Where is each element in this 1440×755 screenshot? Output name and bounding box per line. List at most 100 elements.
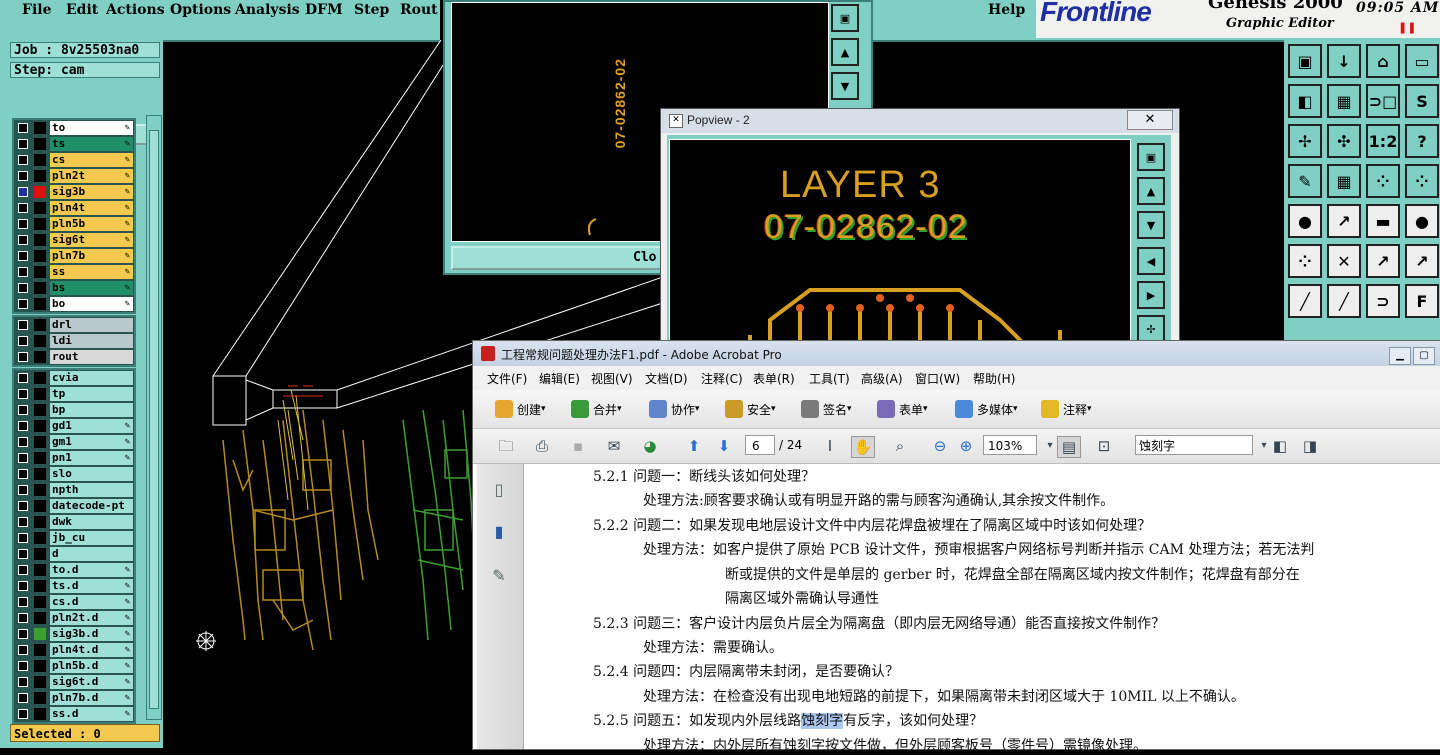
layer-checkbox[interactable] — [18, 469, 28, 479]
layer-name[interactable]: pln7b.d ✎ — [50, 691, 133, 705]
layer-color-swatch[interactable] — [34, 628, 46, 640]
layer-row[interactable]: datecode-pt — [14, 498, 134, 514]
layer-checkbox[interactable] — [18, 352, 28, 362]
layer-row[interactable]: to ✎ — [14, 120, 134, 136]
layer-checkbox[interactable] — [18, 421, 28, 431]
layer-row[interactable]: slo — [14, 466, 134, 482]
layer-checkbox[interactable] — [18, 187, 28, 197]
find-prev-icon[interactable]: ◧ — [1269, 436, 1291, 456]
layer-name[interactable]: pln4t ✎ — [50, 201, 133, 215]
select-tool-icon[interactable]: I — [819, 436, 841, 456]
layer-color-swatch[interactable] — [34, 282, 46, 294]
layer-color-swatch[interactable] — [34, 234, 46, 246]
layer-row[interactable]: gd1 ✎ — [14, 418, 134, 434]
popview-2-canvas[interactable]: LAYER 3 07-02862-02 — [669, 139, 1131, 351]
layer-name[interactable]: sig3b ✎ — [50, 185, 133, 199]
marquee-zoom-icon[interactable]: ⌕ — [889, 436, 911, 456]
layer-row[interactable]: drl — [14, 317, 134, 333]
layer-color-swatch[interactable] — [34, 436, 46, 448]
acrobat-titlebar[interactable]: 工程常规问题处理办法F1.pdf - Adobe Acrobat Pro ▁ ▢ — [473, 341, 1440, 366]
acrobat-menu-item[interactable]: 注释(C) — [701, 370, 743, 387]
layer-color-swatch[interactable] — [34, 692, 46, 704]
layer-name[interactable]: drl — [50, 318, 133, 332]
layer-name[interactable]: pln5b.d ✎ — [50, 659, 133, 673]
layer-name[interactable]: pln2t ✎ — [50, 169, 133, 183]
layer-row[interactable]: ts ✎ — [14, 136, 134, 152]
layer-row[interactable]: pln4t.d ✎ — [14, 642, 134, 658]
pause-icon[interactable]: ❚❚ — [1398, 21, 1416, 34]
popview-2-close-icon[interactable]: ✕ — [1127, 110, 1173, 130]
layer-name[interactable]: datecode-pt — [50, 499, 133, 513]
layer-row[interactable]: pn1 ✎ — [14, 450, 134, 466]
pv1-down-icon[interactable]: ▼ — [831, 72, 859, 100]
layer-checkbox[interactable] — [18, 453, 28, 463]
layer-color-swatch[interactable] — [34, 202, 46, 214]
layer-color-swatch[interactable] — [34, 468, 46, 480]
menu-help[interactable]: Help — [988, 2, 1025, 18]
tool-button-icon[interactable]: ✕ — [1327, 244, 1361, 278]
layer-color-swatch[interactable] — [34, 372, 46, 384]
layer-color-swatch[interactable] — [34, 218, 46, 230]
pv1-zoom-icon[interactable]: ▣ — [831, 4, 859, 32]
tool-button-icon[interactable]: F — [1405, 284, 1439, 318]
tool-button-icon[interactable]: ◧ — [1288, 84, 1322, 118]
layer-checkbox[interactable] — [18, 645, 28, 655]
tool-button-icon[interactable]: ↗ — [1366, 244, 1400, 278]
layer-name[interactable]: tp — [50, 387, 133, 401]
page-number-input[interactable]: 6 — [745, 435, 775, 455]
menu-analysis[interactable]: Analysis — [235, 2, 300, 18]
layer-color-swatch[interactable] — [34, 564, 46, 576]
layer-color-swatch[interactable] — [34, 644, 46, 656]
zoom-in-icon[interactable]: ⊕ — [955, 436, 977, 456]
find-input[interactable]: 蚀刻字 — [1135, 435, 1253, 455]
pv2-right-icon[interactable]: ▶ — [1137, 281, 1165, 309]
layer-name[interactable]: ss.d ✎ — [50, 707, 133, 721]
fit-width-icon[interactable]: ▤ — [1057, 436, 1081, 458]
layer-color-swatch[interactable] — [34, 660, 46, 672]
minimize-icon[interactable]: ▁ — [1389, 347, 1411, 365]
layer-color-swatch[interactable] — [34, 580, 46, 592]
layer-row[interactable]: npth — [14, 482, 134, 498]
layer-row[interactable]: cs.d ✎ — [14, 594, 134, 610]
tool-button-icon[interactable]: ● — [1288, 204, 1322, 238]
layer-name[interactable]: cvia — [50, 371, 133, 385]
layer-row[interactable]: pln2t ✎ — [14, 168, 134, 184]
layer-name[interactable]: pn1 ✎ — [50, 451, 133, 465]
pages-panel-icon[interactable]: ▯ — [489, 480, 509, 502]
task-button[interactable]: 安全 ▾ — [725, 400, 776, 418]
layer-checkbox[interactable] — [18, 389, 28, 399]
layer-checkbox[interactable] — [18, 677, 28, 687]
layer-checkbox[interactable] — [18, 661, 28, 671]
layer-row[interactable]: ss ✎ — [14, 264, 134, 280]
share-icon[interactable]: ◕ — [639, 436, 661, 456]
menu-file[interactable]: File — [22, 2, 51, 18]
open-folder-icon[interactable]: 🗀 — [495, 436, 517, 456]
layer-name[interactable]: sig3b.d ✎ — [50, 627, 133, 641]
layer-row[interactable]: ldi — [14, 333, 134, 349]
layer-row[interactable]: d — [14, 546, 134, 562]
menu-actions[interactable]: Actions — [106, 2, 165, 18]
layer-checkbox[interactable] — [18, 533, 28, 543]
menu-edit[interactable]: Edit — [66, 2, 98, 18]
fit-page-icon[interactable]: ⊡ — [1093, 436, 1115, 456]
layer-row[interactable]: pln2t.d ✎ — [14, 610, 134, 626]
layer-color-swatch[interactable] — [34, 351, 46, 363]
acrobat-menu-item[interactable]: 帮助(H) — [973, 370, 1015, 387]
print-icon[interactable]: ⎙ — [531, 436, 553, 456]
task-button[interactable]: 多媒体 ▾ — [955, 400, 1018, 418]
layer-color-swatch[interactable] — [34, 500, 46, 512]
signatures-panel-icon[interactable]: ✎ — [489, 566, 509, 588]
pv2-fit-icon[interactable]: ✢ — [1137, 315, 1165, 343]
email-icon[interactable]: ✉ — [603, 436, 625, 456]
pv2-left-icon[interactable]: ◀ — [1137, 247, 1165, 275]
tool-button-icon[interactable]: ⁘ — [1405, 164, 1439, 198]
layer-row[interactable]: cs ✎ — [14, 152, 134, 168]
layer-color-swatch[interactable] — [34, 516, 46, 528]
tool-button-icon[interactable]: ↗ — [1327, 204, 1361, 238]
menu-dfm[interactable]: DFM — [305, 2, 343, 18]
layer-row[interactable]: sig6t.d ✎ — [14, 674, 134, 690]
layer-color-swatch[interactable] — [34, 708, 46, 720]
find-next-icon[interactable]: ◨ — [1299, 436, 1321, 456]
layer-checkbox[interactable] — [18, 139, 28, 149]
layer-name[interactable]: gd1 ✎ — [50, 419, 133, 433]
